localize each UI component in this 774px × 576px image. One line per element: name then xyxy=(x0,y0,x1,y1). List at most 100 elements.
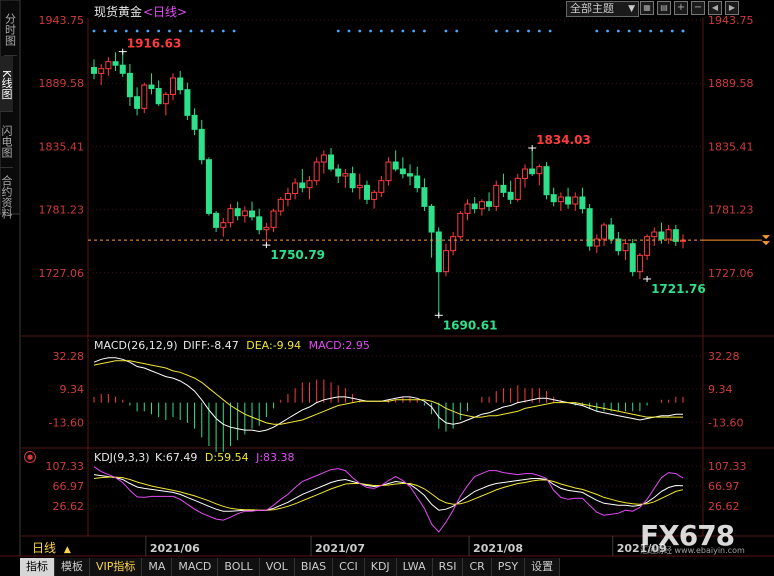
candle-body xyxy=(299,182,306,189)
bottom-tab-8[interactable]: CCI xyxy=(333,558,365,576)
marker-dot xyxy=(638,29,642,33)
marker-dot xyxy=(516,29,520,33)
bottom-tab-1[interactable]: 模板 xyxy=(55,558,90,576)
period-link[interactable]: <日线> xyxy=(143,3,187,20)
date-label: 2021/06 xyxy=(150,542,200,555)
candle-body xyxy=(277,198,284,212)
candle-body xyxy=(126,72,133,98)
scroll-left-icon[interactable]: ◀ xyxy=(708,1,722,15)
price-tick-left: 1727.06 xyxy=(39,267,85,280)
theme-select-label: 全部主题 xyxy=(570,2,614,15)
candle-body xyxy=(608,224,615,240)
candle-body xyxy=(241,210,248,217)
candle-body xyxy=(442,250,449,273)
candle-body xyxy=(320,154,327,163)
candle-body xyxy=(500,184,507,193)
price-annotation: 1721.76 xyxy=(651,282,706,296)
marker-dot xyxy=(681,29,685,33)
scroll-right-icon[interactable]: ▶ xyxy=(725,1,739,15)
period-button-label: 日线 xyxy=(32,541,57,555)
candle-body xyxy=(450,236,457,252)
candle-body xyxy=(155,88,162,105)
bottom-tab-13[interactable]: PSY xyxy=(491,558,526,576)
marker-dot xyxy=(358,29,362,33)
period-button[interactable]: 日线 ▲ xyxy=(22,541,84,556)
candle-body xyxy=(363,184,370,200)
candle-body xyxy=(529,168,536,175)
marker-dot xyxy=(114,29,117,33)
candle-body xyxy=(184,89,191,116)
theme-select[interactable]: 全部主题 ▼ xyxy=(566,1,639,17)
layout-icon[interactable]: ▤ xyxy=(657,1,671,15)
marker-dot xyxy=(189,29,193,33)
candle-body xyxy=(90,67,98,74)
candle-body xyxy=(579,196,586,210)
bottom-tab-10[interactable]: LWA xyxy=(396,558,433,576)
price-annotation: 1916.63 xyxy=(127,37,182,51)
marker-dot xyxy=(232,29,236,33)
candle-body xyxy=(292,182,299,195)
tab-kline[interactable]: K线图 xyxy=(0,56,13,112)
candle-body xyxy=(600,224,608,240)
marker-dot xyxy=(606,29,609,33)
bottom-tab-3[interactable]: MA xyxy=(142,558,173,576)
caret-up-icon: ▲ xyxy=(63,545,71,555)
candle-body xyxy=(270,210,277,228)
candle-body xyxy=(191,114,198,130)
price-tick-left: 1835.41 xyxy=(39,140,85,153)
tab-contract[interactable]: 合约资料 xyxy=(0,168,13,223)
price-tick-right: 1835.41 xyxy=(708,140,754,153)
marker-dot xyxy=(660,29,663,33)
bottom-tab-0[interactable]: 指标 xyxy=(20,558,55,576)
marker-dot xyxy=(505,29,509,33)
candle-body xyxy=(263,226,270,231)
candle-body xyxy=(543,166,550,196)
bottom-tab-9[interactable]: KDJ xyxy=(364,558,397,576)
marker-dot xyxy=(423,29,426,33)
candle-body xyxy=(521,168,528,179)
marker-dot xyxy=(548,29,552,33)
macd-tick-right: 9.34 xyxy=(708,383,733,396)
candle-body xyxy=(471,203,478,210)
macd-dea: DEA:-9.94 xyxy=(246,339,302,352)
bottom-tab-4[interactable]: MACD xyxy=(172,558,219,576)
candle-body xyxy=(306,180,313,189)
zoom-in-icon[interactable]: + xyxy=(674,1,688,15)
bottom-tab-2[interactable]: VIP指标 xyxy=(90,558,143,576)
marker-dot xyxy=(146,29,150,33)
candle-body xyxy=(328,154,335,170)
bottom-tab-7[interactable]: BIAS xyxy=(294,558,334,576)
candle-body xyxy=(565,196,572,205)
tab-timeline[interactable]: 分时图 xyxy=(3,0,17,56)
kdj-settings-icon[interactable]: ● xyxy=(24,451,36,463)
tab-flash[interactable]: 闪电图 xyxy=(0,112,13,168)
zoom-out-icon[interactable]: − xyxy=(691,1,705,15)
candle-body xyxy=(486,201,493,207)
kdj-tick-left: 107.33 xyxy=(46,460,85,473)
macd-tick-left: -13.60 xyxy=(49,416,84,429)
header-title: 现货黄金 xyxy=(94,5,143,19)
chevron-down-icon: ▼ xyxy=(628,4,635,14)
candle-body xyxy=(414,175,421,189)
candle-body xyxy=(493,184,500,207)
price-tick-right: 1943.75 xyxy=(708,14,754,27)
marker-dot xyxy=(444,29,448,33)
candle-body xyxy=(162,93,169,105)
price-annotation: 1690.61 xyxy=(443,318,498,332)
bottom-tab-14[interactable]: 设置 xyxy=(525,558,561,576)
bottom-tab-12[interactable]: CR xyxy=(463,558,492,576)
candle-body xyxy=(134,96,141,109)
candle-body xyxy=(435,231,442,273)
left-tabs: 分时图 K线图 闪电图 合约资料 xyxy=(0,0,20,223)
candle-body xyxy=(478,201,485,210)
kdj-header: KDJ(9,3,3) K:67.49 D:59.54 J:83.38 xyxy=(94,451,295,464)
bottom-tab-6[interactable]: VOL xyxy=(259,558,295,576)
bottom-tab-5[interactable]: BOLL xyxy=(218,558,260,576)
toolbar: ▦ ▤ + − ◀ ▶ xyxy=(640,1,739,15)
candle-body xyxy=(148,84,155,90)
candle-body xyxy=(572,196,579,205)
macd-header: MACD(26,12,9) DIFF:-8.47 DEA:-9.94 MACD:… xyxy=(94,339,370,352)
grid-icon[interactable]: ▦ xyxy=(640,1,654,15)
bottom-tab-11[interactable]: RSI xyxy=(432,558,464,576)
candle-body xyxy=(198,128,205,161)
